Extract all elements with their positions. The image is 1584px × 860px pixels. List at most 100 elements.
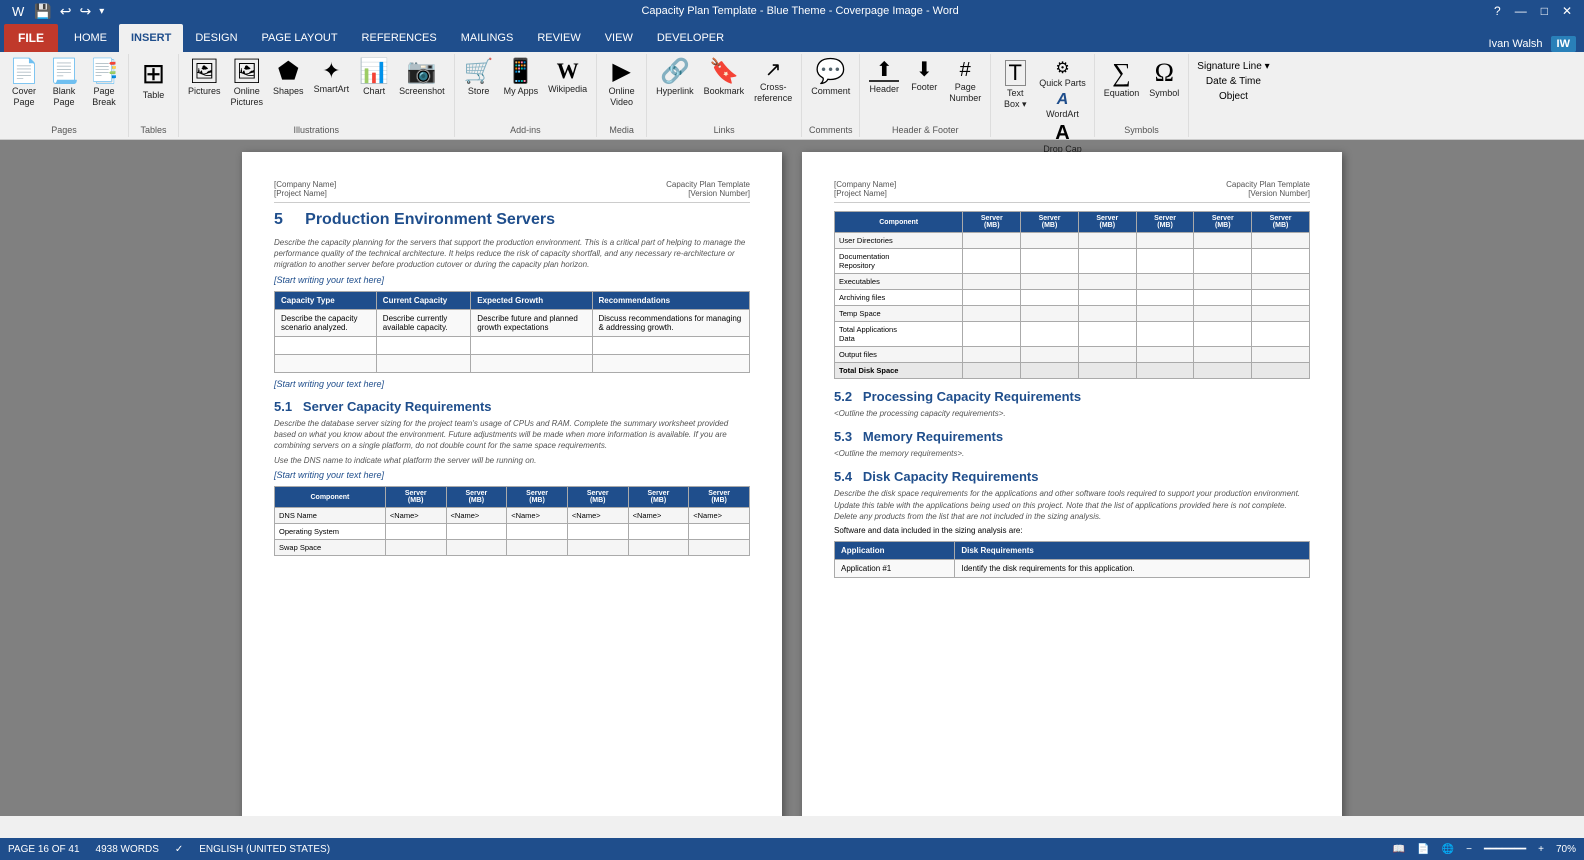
maximize-btn[interactable]: □ xyxy=(1537,4,1552,18)
col-recommendations: Recommendations xyxy=(592,291,750,309)
table-row: Swap Space xyxy=(275,540,750,556)
smartart-btn[interactable]: ✦ SmartArt xyxy=(311,58,353,120)
wordart-icon: A xyxy=(1057,92,1069,108)
header-btn[interactable]: ⬆ Header xyxy=(866,58,902,120)
zoom-out-btn[interactable]: − xyxy=(1466,844,1472,855)
cell-empty-2 xyxy=(376,336,471,354)
ribbon-group-addins: 🛒 Store 📱 My Apps W Wikipedia Add-ins xyxy=(455,54,598,137)
tab-review[interactable]: REVIEW xyxy=(525,24,592,52)
server-table-2: Component Server(MB) Server(MB) Server(M… xyxy=(834,211,1310,379)
equation-icon: ∑ xyxy=(1112,60,1131,86)
save-btn[interactable]: 💾 xyxy=(32,3,53,20)
redo-btn[interactable]: ↪ xyxy=(77,3,93,20)
quickparts-btn[interactable]: ⚙ Quick Parts xyxy=(1037,60,1088,89)
store-btn[interactable]: 🛒 Store xyxy=(461,58,497,120)
screenshot-btn[interactable]: 📷 Screenshot xyxy=(396,58,448,120)
cross-reference-btn[interactable]: ↗ Cross-reference xyxy=(751,58,795,120)
server-col-6: Server(MB) xyxy=(689,487,750,508)
signature-line-btn[interactable]: Signature Line ▾ xyxy=(1195,60,1271,73)
hyperlink-btn[interactable]: 🔗 Hyperlink xyxy=(653,58,697,120)
placeholder-start-1[interactable]: [Start writing your text here] xyxy=(274,275,750,285)
cover-page-icon: 📄 xyxy=(9,60,39,84)
view-print-icon[interactable]: 📄 xyxy=(1417,844,1429,855)
footer-btn[interactable]: ⬇ Footer xyxy=(906,58,942,120)
comment-btn[interactable]: 💬 Comment xyxy=(808,58,853,120)
equation-btn[interactable]: ∑ Equation xyxy=(1101,58,1143,120)
bookmark-btn[interactable]: 🔖 Bookmark xyxy=(701,58,748,120)
section-5-1-body: Describe the database server sizing for … xyxy=(274,418,750,452)
server-col-2: Server(MB) xyxy=(446,487,507,508)
col-expected-growth: Expected Growth xyxy=(471,291,592,309)
app-1-req: Identify the disk requirements for this … xyxy=(955,559,1310,577)
view-web-icon[interactable]: 🌐 xyxy=(1442,844,1454,855)
cell-empty-4 xyxy=(592,336,750,354)
table-label: Table xyxy=(143,90,165,101)
dns-label: DNS Name xyxy=(275,508,386,524)
table-btn[interactable]: ⊞ Table xyxy=(136,58,172,120)
minimize-btn[interactable]: — xyxy=(1511,4,1531,18)
view-read-icon[interactable]: 📖 xyxy=(1393,844,1405,855)
blank-page-btn[interactable]: 📃 BlankPage xyxy=(46,58,82,120)
page-1: [Company Name] [Project Name] Capacity P… xyxy=(242,152,782,816)
page-number-btn[interactable]: # PageNumber xyxy=(946,58,984,120)
tab-file[interactable]: FILE xyxy=(4,24,58,52)
tab-design[interactable]: DESIGN xyxy=(183,24,249,52)
server-table-placeholder[interactable]: [Start writing your text here] xyxy=(274,470,750,480)
tab-developer[interactable]: DEVELOPER xyxy=(645,24,736,52)
project-name-1: [Project Name] xyxy=(274,189,336,198)
date-time-btn[interactable]: Date & Time xyxy=(1195,75,1271,88)
pages-group-label: Pages xyxy=(51,125,77,137)
more-btn[interactable]: ▾ xyxy=(97,6,106,17)
page-break-btn[interactable]: 📑 PageBreak xyxy=(86,58,122,120)
dropcap-btn[interactable]: A Drop Cap xyxy=(1037,122,1088,155)
addins-group-label: Add-ins xyxy=(510,125,541,137)
online-video-btn[interactable]: ▶ OnlineVideo xyxy=(604,58,640,120)
tab-view[interactable]: VIEW xyxy=(593,24,645,52)
zoom-in-btn[interactable]: + xyxy=(1538,844,1544,855)
undo-btn[interactable]: ↩ xyxy=(58,3,74,20)
placeholder-end-1[interactable]: [Start writing your text here] xyxy=(274,379,750,389)
object-btn[interactable]: Object xyxy=(1195,90,1271,103)
online-pictures-btn[interactable]: 🖼 OnlinePictures xyxy=(228,58,267,120)
s2-col-5: Server(MB) xyxy=(1194,212,1252,233)
help-btn[interactable]: ? xyxy=(1490,4,1505,18)
wikipedia-label: Wikipedia xyxy=(548,84,587,95)
myapps-icon: 📱 xyxy=(506,60,536,84)
dns-val-6: <Name> xyxy=(689,508,750,524)
wikipedia-btn[interactable]: W Wikipedia xyxy=(545,58,590,120)
pages-buttons: 📄 CoverPage 📃 BlankPage 📑 PageBreak xyxy=(6,58,122,125)
tab-insert[interactable]: INSERT xyxy=(119,24,183,52)
tab-page-layout[interactable]: PAGE LAYOUT xyxy=(250,24,350,52)
cell-recommendations: Discuss recommendations for managing & a… xyxy=(592,309,750,336)
server-col-1: Server(MB) xyxy=(385,487,446,508)
comment-icon: 💬 xyxy=(816,60,846,84)
chart-btn[interactable]: 📊 Chart xyxy=(356,58,392,120)
textbox-icon: T xyxy=(1005,60,1026,86)
executables-label: Executables xyxy=(835,274,963,290)
wordart-btn[interactable]: A WordArt xyxy=(1037,91,1088,120)
header-footer-buttons: ⬆ Header ⬇ Footer # PageNumber xyxy=(866,58,984,125)
dns-val-5: <Name> xyxy=(628,508,689,524)
close-btn[interactable]: ✕ xyxy=(1558,4,1576,18)
shapes-btn[interactable]: ⬟ Shapes xyxy=(270,58,307,120)
symbol-btn[interactable]: Ω Symbol xyxy=(1146,58,1182,120)
cover-page-btn[interactable]: 📄 CoverPage xyxy=(6,58,42,120)
textbox-btn[interactable]: T TextBox ▾ xyxy=(997,58,1033,120)
table-row: Archiving files xyxy=(835,290,1310,306)
template-name-1: Capacity Plan Template xyxy=(666,180,750,189)
page-break-label: PageBreak xyxy=(92,86,116,108)
ribbon-group-pages: 📄 CoverPage 📃 BlankPage 📑 PageBreak Page… xyxy=(0,54,129,137)
language: ENGLISH (UNITED STATES) xyxy=(199,844,330,855)
zoom-slider[interactable]: ━━━━━━━ xyxy=(1484,844,1526,855)
myapps-btn[interactable]: 📱 My Apps xyxy=(501,58,542,120)
page-info: PAGE 16 OF 41 xyxy=(8,844,80,855)
pictures-btn[interactable]: 🖼 Pictures xyxy=(185,58,224,120)
tab-mailings[interactable]: MAILINGS xyxy=(449,24,526,52)
footer-label: Footer xyxy=(911,82,937,93)
os-label: Operating System xyxy=(275,524,386,540)
ribbon: 📄 CoverPage 📃 BlankPage 📑 PageBreak Page… xyxy=(0,52,1584,140)
tab-references[interactable]: REFERENCES xyxy=(350,24,449,52)
dropcap-icon: A xyxy=(1055,123,1069,143)
tab-home[interactable]: HOME xyxy=(62,24,119,52)
spell-icon: ✓ xyxy=(175,844,183,855)
